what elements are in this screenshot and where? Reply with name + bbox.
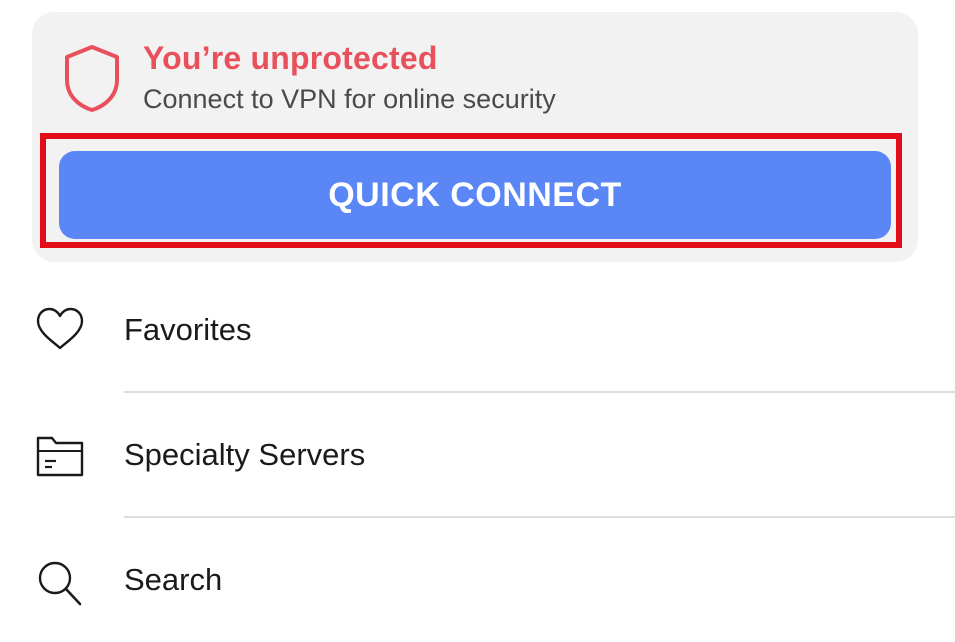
search-icon [38, 561, 82, 606]
menu-item-label: Search [124, 562, 223, 597]
folder-icon [36, 436, 84, 477]
status-subtitle: Connect to VPN for online security [143, 84, 556, 114]
menu-item-label: Specialty Servers [124, 437, 366, 472]
quick-connect-button[interactable]: QUICK CONNECT [59, 151, 891, 239]
status-title: You’re unprotected [143, 40, 438, 76]
menu-item-favorites[interactable]: Favorites [0, 268, 955, 392]
heart-icon [36, 307, 84, 350]
shield-icon [65, 45, 119, 112]
menu-item-label: Favorites [124, 312, 252, 347]
menu-item-specialty-servers[interactable]: Specialty Servers [0, 393, 955, 517]
menu-item-search[interactable]: Search [0, 518, 955, 642]
